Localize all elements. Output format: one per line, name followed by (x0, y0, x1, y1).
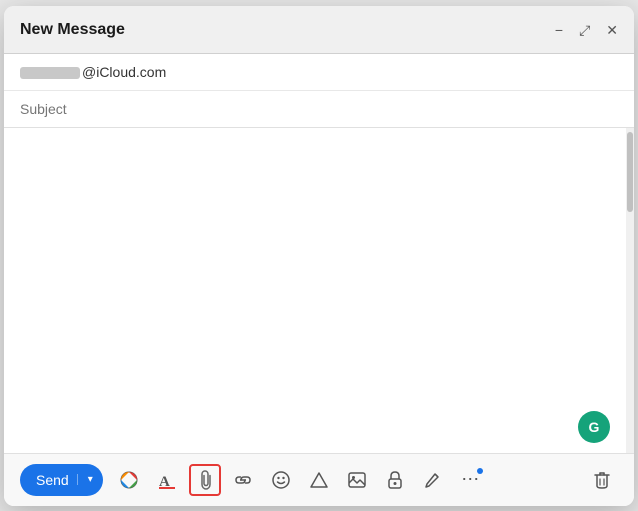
emoji-button[interactable] (265, 464, 297, 496)
link-button[interactable] (227, 464, 259, 496)
trash-icon (594, 471, 610, 489)
format-text-button[interactable]: A (151, 464, 183, 496)
drive-icon (310, 471, 328, 489)
drive-button[interactable] (303, 464, 335, 496)
body-area: G (4, 128, 634, 453)
minimize-button[interactable]: − (555, 22, 563, 38)
emoji-icon (272, 471, 290, 489)
window-title: New Message (20, 21, 125, 39)
send-label: Send (36, 472, 77, 488)
subject-row[interactable] (4, 91, 634, 127)
title-bar: New Message − ⤢ ✕ (4, 6, 634, 54)
compose-window: New Message − ⤢ ✕ @iCloud.com G Send (4, 6, 634, 506)
subject-input[interactable] (20, 101, 618, 117)
compose-toolbar: Send ▾ A (4, 453, 634, 506)
send-dropdown-arrow[interactable]: ▾ (77, 474, 103, 485)
lock-icon (387, 471, 403, 489)
pencil-icon (424, 471, 442, 489)
pencil-button[interactable] (417, 464, 449, 496)
recipient-fields: @iCloud.com (4, 54, 634, 128)
to-value[interactable]: @iCloud.com (20, 64, 618, 80)
format-text-icon: A (158, 471, 176, 489)
link-icon (234, 473, 252, 487)
close-button[interactable]: ✕ (606, 22, 618, 39)
notification-dot (477, 468, 483, 474)
more-button[interactable]: ⋯ (455, 464, 487, 496)
expand-button[interactable]: ⤢ (579, 22, 590, 39)
color-picker-icon (120, 471, 138, 489)
to-row: @iCloud.com (4, 54, 634, 91)
photo-button[interactable] (341, 464, 373, 496)
window-controls: − ⤢ ✕ (555, 22, 618, 39)
grammarly-icon: G (589, 419, 600, 435)
lock-button[interactable] (379, 464, 411, 496)
body-textarea[interactable] (4, 128, 626, 453)
photo-icon (348, 472, 366, 488)
scrollbar[interactable] (626, 128, 634, 453)
redacted-email (20, 67, 80, 79)
trash-button[interactable] (586, 464, 618, 496)
attachment-button[interactable] (189, 464, 221, 496)
svg-text:A: A (159, 474, 170, 489)
attachment-icon (197, 470, 213, 490)
grammarly-button[interactable]: G (578, 411, 610, 443)
color-picker-button[interactable] (113, 464, 145, 496)
send-button[interactable]: Send ▾ (20, 464, 103, 496)
scrollbar-thumb (627, 132, 633, 212)
